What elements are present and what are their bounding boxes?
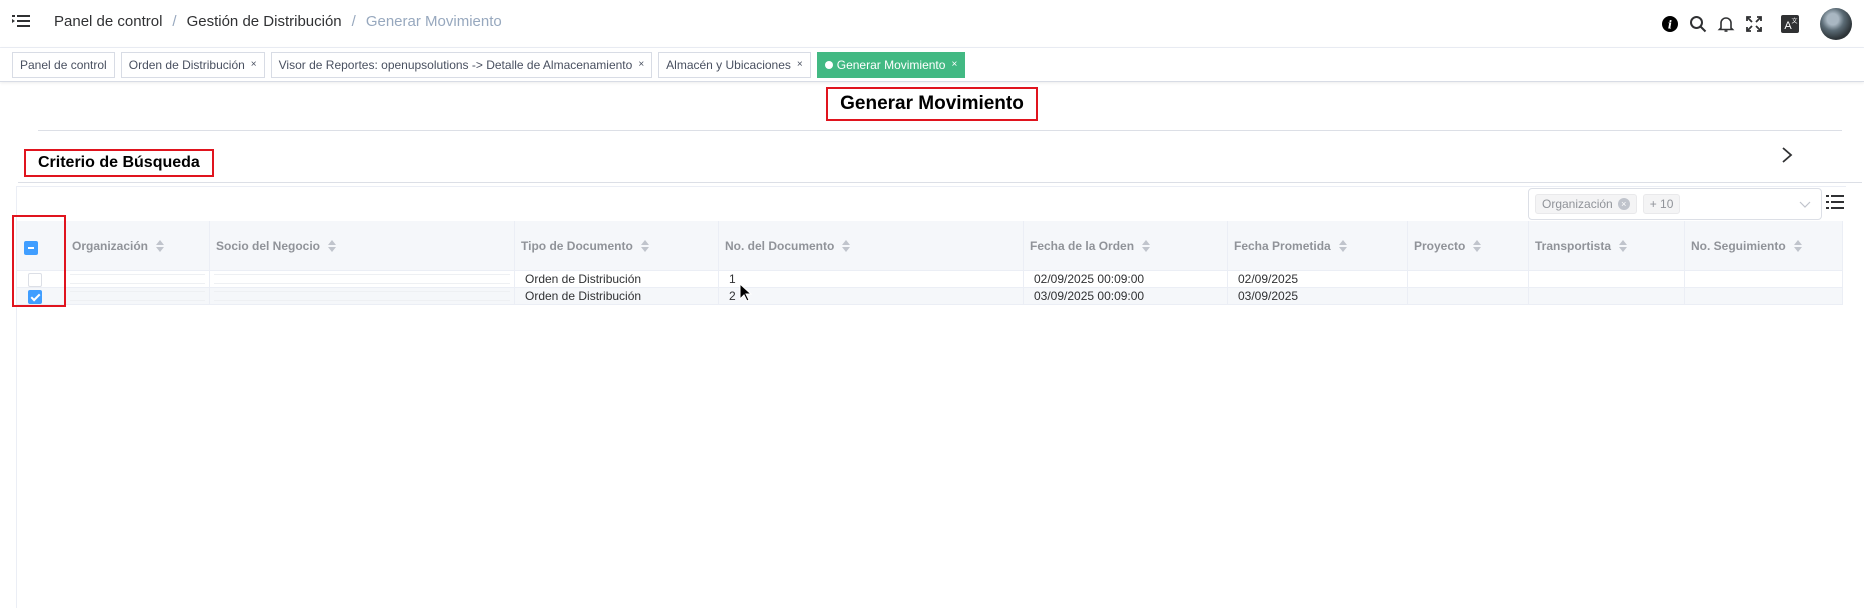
sort-icon[interactable] bbox=[156, 240, 165, 252]
column-header-seguimiento[interactable]: No. Seguimiento bbox=[1685, 221, 1843, 271]
sort-icon[interactable] bbox=[1473, 240, 1482, 252]
column-header-numero[interactable]: No. del Documento bbox=[719, 221, 1024, 271]
close-icon[interactable]: × bbox=[1617, 198, 1630, 210]
row-checkbox[interactable] bbox=[28, 290, 42, 304]
active-dot-icon bbox=[824, 60, 833, 69]
mouse-cursor-icon bbox=[739, 283, 753, 302]
cell-fecha-orden: 02/09/2025 00:09:00 bbox=[1024, 271, 1228, 288]
bell-icon[interactable] bbox=[1712, 10, 1740, 38]
column-header-socio[interactable]: Socio del Negocio bbox=[210, 221, 515, 271]
cell-numero: 2 bbox=[719, 288, 1024, 305]
column-header-organizacion[interactable]: Organización bbox=[66, 221, 210, 271]
svg-text:i: i bbox=[1668, 19, 1672, 32]
divider bbox=[38, 130, 1842, 131]
close-icon[interactable]: × bbox=[797, 53, 803, 77]
sort-icon[interactable] bbox=[1142, 240, 1151, 252]
selection-column bbox=[12, 215, 66, 307]
tag-orden-de-distribucion[interactable]: Orden de Distribución × bbox=[120, 51, 265, 78]
fullscreen-icon[interactable] bbox=[1740, 10, 1768, 38]
tag-label: Orden de Distribución bbox=[128, 57, 245, 72]
page-title: Generar Movimiento bbox=[826, 87, 1038, 121]
cell-tipo: Orden de Distribución bbox=[515, 288, 719, 305]
breadcrumb-item-panel[interactable]: Panel de control bbox=[54, 13, 162, 30]
cell-seguimiento bbox=[1685, 271, 1843, 288]
cell-fecha-prometida: 03/09/2025 bbox=[1228, 288, 1408, 305]
divider bbox=[18, 182, 1862, 183]
tag-label: Generar Movimiento bbox=[836, 57, 946, 72]
svg-text:文: 文 bbox=[1791, 17, 1797, 25]
close-icon[interactable]: × bbox=[951, 53, 957, 77]
chevron-down-icon bbox=[1799, 201, 1811, 208]
tag-label: Visor de Reportes: openupsolutions -> De… bbox=[278, 57, 633, 72]
column-selector-more: + 10 bbox=[1642, 194, 1681, 214]
cell-proyecto bbox=[1408, 271, 1529, 288]
select-all-checkbox[interactable] bbox=[24, 241, 38, 255]
column-selector-tag[interactable]: Organización × bbox=[1535, 194, 1637, 214]
sort-icon[interactable] bbox=[640, 240, 649, 252]
breadcrumb-item-current: Generar Movimiento bbox=[365, 13, 502, 30]
search-criteria-title[interactable]: Criterio de Búsqueda bbox=[24, 149, 214, 177]
cell-seguimiento bbox=[1685, 288, 1843, 305]
sort-icon[interactable] bbox=[1793, 240, 1802, 252]
tags-view: Panel de control Orden de Distribución ×… bbox=[0, 48, 1864, 82]
row-checkbox[interactable] bbox=[28, 273, 42, 287]
sort-icon[interactable] bbox=[1338, 240, 1347, 252]
column-header-tipo[interactable]: Tipo de Documento bbox=[515, 221, 719, 271]
cell-transportista bbox=[1529, 288, 1685, 305]
column-header-transportista[interactable]: Transportista bbox=[1529, 221, 1685, 271]
cell-transportista bbox=[1529, 271, 1685, 288]
table-row[interactable]: Orden de Distribución 2 03/09/2025 00:09… bbox=[17, 288, 1843, 305]
column-header-fecha-prometida[interactable]: Fecha Prometida bbox=[1228, 221, 1408, 271]
search-icon[interactable] bbox=[1684, 10, 1712, 38]
cell-numero: 1 bbox=[719, 271, 1024, 288]
avatar[interactable] bbox=[1820, 8, 1852, 40]
tag-label: Almacén y Ubicaciones bbox=[666, 57, 791, 72]
right-menu: i A文 bbox=[1656, 0, 1864, 48]
column-selector[interactable]: Organización × + 10 bbox=[1528, 188, 1822, 220]
sort-icon[interactable] bbox=[328, 240, 337, 252]
close-icon[interactable]: × bbox=[251, 53, 257, 77]
language-icon[interactable]: A文 bbox=[1776, 10, 1804, 38]
tag-label: Panel de control bbox=[20, 57, 107, 72]
close-icon[interactable]: × bbox=[638, 53, 644, 77]
table-row[interactable]: Orden de Distribución 1 02/09/2025 00:09… bbox=[17, 271, 1843, 288]
cell-tipo: Orden de Distribución bbox=[515, 271, 719, 288]
chevron-right-icon[interactable] bbox=[1780, 146, 1794, 164]
info-icon[interactable]: i bbox=[1656, 10, 1684, 38]
column-header-proyecto[interactable]: Proyecto bbox=[1408, 221, 1529, 271]
sort-icon[interactable] bbox=[1619, 240, 1628, 252]
cell-fecha-prometida: 02/09/2025 bbox=[1228, 271, 1408, 288]
breadcrumb: Panel de control / Gestión de Distribuci… bbox=[54, 13, 502, 30]
sort-icon[interactable] bbox=[842, 240, 851, 252]
list-icon[interactable] bbox=[1826, 194, 1844, 210]
menu-toggle-icon[interactable] bbox=[12, 14, 30, 30]
column-header-fecha-orden[interactable]: Fecha de la Orden bbox=[1024, 221, 1228, 271]
tag-almacen-y-ubicaciones[interactable]: Almacén y Ubicaciones × bbox=[658, 51, 811, 78]
tag-panel-de-control[interactable]: Panel de control bbox=[12, 51, 115, 78]
navbar: Panel de control / Gestión de Distribuci… bbox=[0, 0, 1864, 48]
table-header: Organización Socio del Negocio Tipo de D… bbox=[17, 221, 1843, 271]
breadcrumb-item-gestion[interactable]: Gestión de Distribución bbox=[187, 13, 342, 30]
tag-visor-de-reportes[interactable]: Visor de Reportes: openupsolutions -> De… bbox=[270, 51, 653, 78]
cell-fecha-orden: 03/09/2025 00:09:00 bbox=[1024, 288, 1228, 305]
cell-proyecto bbox=[1408, 288, 1529, 305]
tag-generar-movimiento[interactable]: Generar Movimiento × bbox=[816, 51, 966, 78]
